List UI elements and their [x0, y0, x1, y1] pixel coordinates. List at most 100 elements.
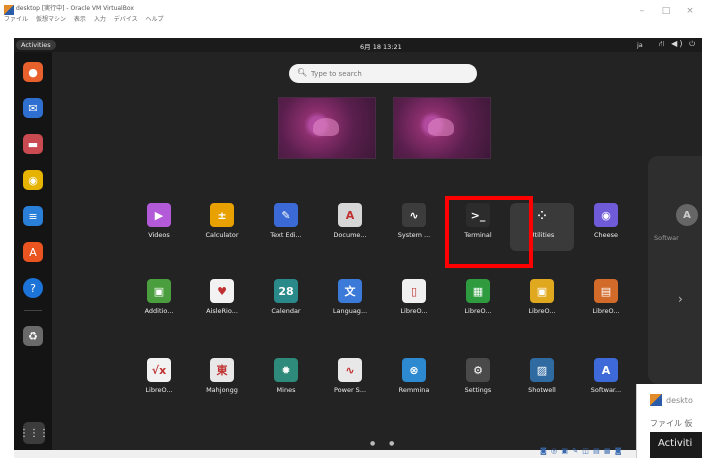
trash-icon: ♻: [28, 329, 38, 343]
app-label: Calendar: [271, 307, 301, 315]
app-label: LibreO...: [145, 386, 173, 394]
mini-window-menu: ファイル 仮: [650, 419, 693, 428]
app-icon: ▶: [147, 203, 171, 227]
search-bar[interactable]: 🔍︎: [289, 64, 477, 83]
terminal-highlight-box: [445, 196, 533, 268]
app-system[interactable]: ∿ System ...: [382, 203, 446, 251]
menu-file[interactable]: ファイル: [4, 16, 28, 23]
app-label: LibreO...: [400, 307, 428, 315]
app-label: Cheese: [593, 231, 619, 239]
app-label: Softwar...: [590, 386, 622, 394]
app-calculator[interactable]: ± Calculator: [190, 203, 254, 251]
app-mahjongg[interactable]: 東 Mahjongg: [190, 358, 254, 406]
app-remmina[interactable]: ⊗ Remmina: [382, 358, 446, 406]
app-icon: ⁘: [530, 203, 554, 227]
app-additio[interactable]: ▣ Additio...: [127, 279, 191, 327]
dock-rhythmbox-icon[interactable]: ◉: [23, 170, 43, 190]
thunderbird-icon: ✉: [28, 101, 38, 115]
app-label: Additio...: [144, 307, 174, 315]
app-icon: 28: [274, 279, 298, 303]
app-power-s[interactable]: ∿ Power S...: [318, 358, 382, 406]
menu-help[interactable]: ヘルプ: [146, 16, 164, 23]
app-label: AisleRio...: [206, 307, 238, 315]
app-icon: ∿: [402, 203, 426, 227]
virtualbox-status-icons[interactable]: ◙ ◎ ▣ ✎ ◫ ▤ ▦ ◙: [540, 447, 623, 455]
show-apps-button[interactable]: ⋮⋮⋮: [19, 422, 49, 444]
app-label: Mahjongg: [206, 386, 238, 394]
dock-firefox-icon[interactable]: ●: [23, 62, 43, 82]
app-settings[interactable]: ⚙ Settings: [446, 358, 510, 406]
app-label: LibreO...: [592, 307, 620, 315]
app-icon: √x: [147, 358, 171, 382]
clock[interactable]: 6月 18 13:21: [360, 41, 402, 51]
workspace-preview-1[interactable]: [278, 97, 376, 159]
dock-writer-icon[interactable]: ≡: [23, 206, 43, 226]
search-input[interactable]: [311, 67, 461, 80]
app-label: Remmina: [398, 386, 430, 394]
help-icon: ?: [30, 281, 36, 295]
dock: ● ✉ ▬ ◉ ≡ A ? ♻ ⋮⋮⋮: [14, 52, 52, 450]
dock-separator: [24, 310, 42, 311]
app-libreo[interactable]: ▣ LibreO...: [510, 279, 574, 327]
app-libreo[interactable]: ▯ LibreO...: [382, 279, 446, 327]
app-libreo[interactable]: ▦ LibreO...: [446, 279, 510, 327]
app-calendar[interactable]: 28 Calendar: [254, 279, 318, 327]
app-grid-icon: ⋮⋮⋮: [19, 427, 49, 439]
input-language-indicator[interactable]: ja: [637, 41, 643, 49]
files-icon: ▬: [27, 137, 39, 151]
software-icon: A: [676, 204, 698, 226]
next-page-arrow[interactable]: ›: [678, 292, 683, 306]
writer-icon: ≡: [28, 209, 38, 223]
menu-devices[interactable]: デバイス: [114, 16, 138, 23]
minimize-button[interactable]: –: [632, 6, 652, 16]
app-label: Settings: [464, 386, 492, 394]
app-label: Docume...: [333, 231, 367, 239]
app-aislerio[interactable]: ♥ AisleRio...: [190, 279, 254, 327]
app-icon: ▤: [594, 279, 618, 303]
app-languag[interactable]: 文 Languag...: [318, 279, 382, 327]
app-text-edi[interactable]: ✎ Text Edi...: [254, 203, 318, 251]
virtualbox-menubar: ファイル 仮想マシン 表示 入力 デバイス ヘルプ: [4, 14, 170, 23]
dock-files-icon[interactable]: ▬: [23, 134, 43, 154]
app-icon: 文: [338, 279, 362, 303]
workspace-preview-2[interactable]: [393, 97, 491, 159]
window-title: desktop [実行中] - Oracle VM VirtualBox: [16, 5, 134, 12]
maximize-button[interactable]: □: [656, 6, 676, 16]
virtualbox-titlebar: desktop [実行中] - Oracle VM VirtualBox ファイ…: [0, 0, 702, 24]
app-label: Power S...: [333, 386, 367, 394]
activities-button[interactable]: Activities: [16, 40, 56, 50]
dock-thunderbird-icon[interactable]: ✉: [23, 98, 43, 118]
menu-view[interactable]: 表示: [74, 16, 86, 23]
page-indicator-dots[interactable]: ● ●: [370, 440, 400, 447]
app-label: Videos: [148, 231, 170, 239]
app-softwar[interactable]: A Softwar...: [574, 358, 638, 406]
app-videos[interactable]: ▶ Videos: [127, 203, 191, 251]
app-docume[interactable]: A Docume...: [318, 203, 382, 251]
app-shotwell[interactable]: ▨ Shotwell: [510, 358, 574, 406]
app-mines[interactable]: ✹ Mines: [254, 358, 318, 406]
firefox-icon: ●: [28, 65, 38, 79]
app-label: Shotwell: [528, 386, 556, 394]
dock-help-icon[interactable]: ?: [23, 278, 43, 298]
virtualbox-mini-icon: [650, 394, 662, 406]
rhythmbox-icon: ◉: [28, 173, 38, 187]
close-button[interactable]: ×: [680, 6, 700, 16]
app-label: Mines: [276, 386, 296, 394]
app-libreo[interactable]: √x LibreO...: [127, 358, 191, 406]
side-app-label: Softwar: [654, 234, 679, 242]
menu-machine[interactable]: 仮想マシン: [36, 16, 66, 23]
app-icon: ▨: [530, 358, 554, 382]
app-cheese[interactable]: ◉ Cheese: [574, 203, 638, 251]
app-label: LibreO...: [528, 307, 556, 315]
next-page-panel[interactable]: A Softwar: [648, 156, 702, 384]
menu-input[interactable]: 入力: [94, 16, 106, 23]
dock-trash-icon[interactable]: ♻: [23, 326, 43, 346]
app-libreo[interactable]: ▤ LibreO...: [574, 279, 638, 327]
app-label: Calculator: [205, 231, 239, 239]
dock-app-center-icon[interactable]: A: [23, 242, 43, 262]
app-icon: ⊗: [402, 358, 426, 382]
system-status-icons[interactable]: ⛙ ◀) ⏻: [659, 39, 697, 49]
app-icon: A: [594, 358, 618, 382]
app-icon: ±: [210, 203, 234, 227]
app-icon: ⚙: [466, 358, 490, 382]
